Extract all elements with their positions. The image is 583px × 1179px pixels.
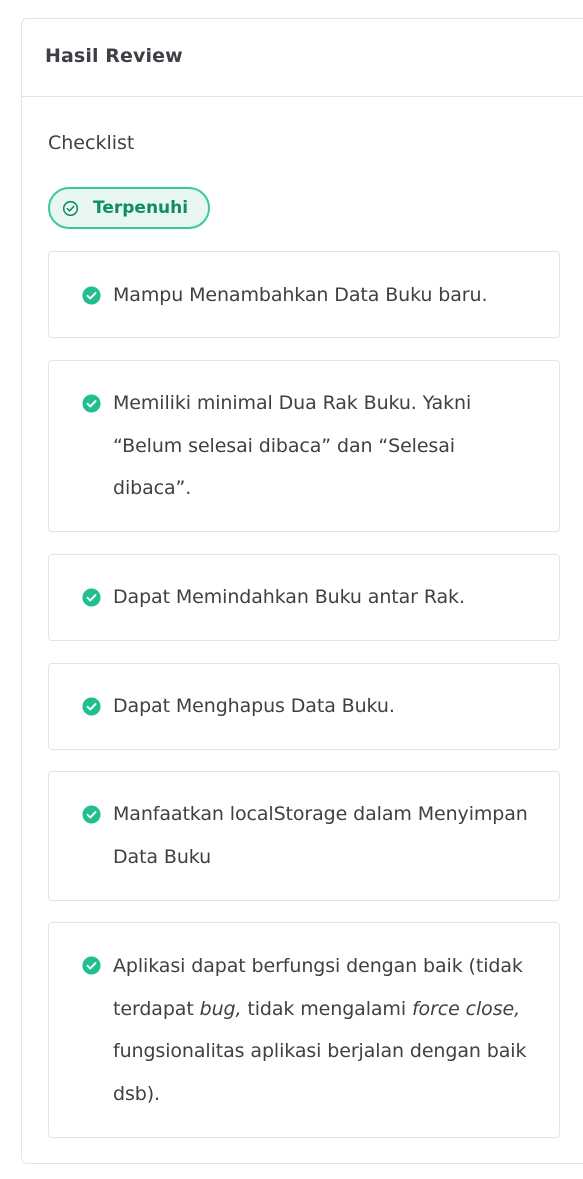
status-badge: Terpenuhi [48,187,210,229]
checklist-item-text: Aplikasi dapat berfungsi dengan baik (ti… [113,945,539,1115]
status-badge-label: Terpenuhi [93,198,189,218]
check-circle-outline-icon [62,200,79,217]
checklist-item: Memiliki minimal Dua Rak Buku. Yakni “Be… [48,360,560,532]
check-circle-filled-icon [82,394,101,413]
card-header: Hasil Review [22,19,583,97]
italic-term-force-close: force close, [411,997,521,1020]
checklist-item-text: Manfaatkan localStorage dalam Menyimpan … [113,803,528,868]
check-circle-filled-icon [82,697,101,716]
check-circle-filled-icon [82,805,101,824]
checklist-item-text: Dapat Memindahkan Buku antar Rak. [113,586,465,608]
review-card: Hasil Review Checklist Terpenuhi Mampu M… [21,18,583,1164]
checklist-item-text: Memiliki minimal Dua Rak Buku. Yakni “Be… [113,392,472,500]
checklist-item: Mampu Menambahkan Data Buku baru. [48,251,560,338]
check-circle-filled-icon [82,956,101,975]
checklist-item: Dapat Menghapus Data Buku. [48,663,560,750]
item-text-part: fungsionalitas aplikasi berjalan dengan … [113,1040,527,1105]
checklist-item: Dapat Memindahkan Buku antar Rak. [48,554,560,641]
checklist-title: Checklist [48,132,135,154]
checklist-item-text: Dapat Menghapus Data Buku. [113,695,395,717]
check-circle-filled-icon [82,286,101,305]
checklist-item: Manfaatkan localStorage dalam Menyimpan … [48,771,560,901]
checklist-item: Aplikasi dapat berfungsi dengan baik (ti… [48,922,560,1138]
item-text-part: tidak mengalami [241,997,412,1020]
check-circle-filled-icon [82,588,101,607]
italic-term-bug: bug, [199,997,242,1020]
card-title: Hasil Review [45,45,183,67]
checklist-item-text: Mampu Menambahkan Data Buku baru. [113,284,488,306]
